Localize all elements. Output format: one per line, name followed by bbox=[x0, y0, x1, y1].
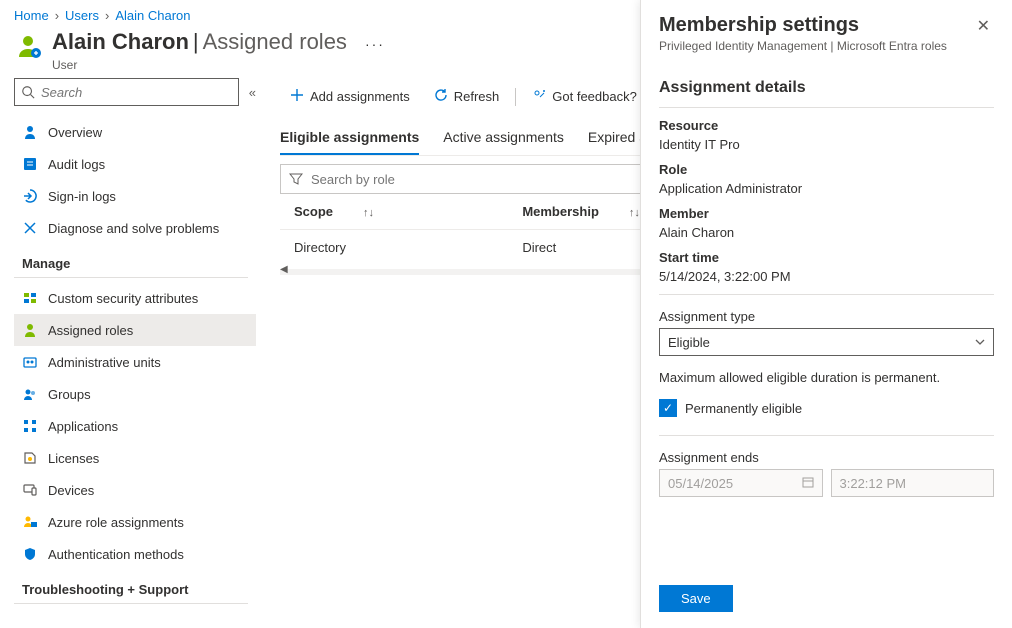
refresh-icon bbox=[434, 88, 448, 105]
roles-icon bbox=[22, 322, 38, 338]
log-icon bbox=[22, 156, 38, 172]
assignment-ends-label: Assignment ends bbox=[659, 450, 994, 465]
sidebar-search[interactable] bbox=[14, 78, 239, 106]
permanently-eligible-checkbox[interactable]: ✓ bbox=[659, 399, 677, 417]
user-avatar-icon bbox=[14, 31, 42, 59]
search-icon bbox=[21, 85, 35, 99]
person-icon bbox=[22, 124, 38, 140]
page-title-name: Alain Charon bbox=[52, 29, 189, 55]
breadcrumb-user[interactable]: Alain Charon bbox=[115, 8, 190, 23]
breadcrumb-users[interactable]: Users bbox=[65, 8, 99, 23]
sort-icon: ↑↓ bbox=[363, 207, 374, 219]
filter-icon bbox=[289, 172, 303, 186]
tab-active[interactable]: Active assignments bbox=[443, 121, 564, 155]
sidebar-item-signin-logs[interactable]: Sign-in logs bbox=[14, 180, 256, 212]
sidebar-item-applications[interactable]: Applications bbox=[14, 410, 256, 442]
member-value: Alain Charon bbox=[659, 225, 994, 240]
chevron-right-icon: › bbox=[55, 8, 59, 23]
refresh-button[interactable]: Refresh bbox=[424, 84, 510, 109]
sidebar-item-diagnose[interactable]: Diagnose and solve problems bbox=[14, 212, 256, 244]
sidebar-item-overview[interactable]: Overview bbox=[14, 116, 256, 148]
apps-icon bbox=[22, 418, 38, 434]
attributes-icon bbox=[22, 290, 38, 306]
plus-icon bbox=[290, 88, 304, 105]
sidebar-item-azure-roles[interactable]: Azure role assignments bbox=[14, 506, 256, 538]
end-date-input[interactable]: 05/14/2025 bbox=[659, 469, 823, 497]
calendar-icon bbox=[802, 476, 814, 491]
shield-icon bbox=[22, 546, 38, 562]
start-time-label: Start time bbox=[659, 250, 994, 265]
feedback-icon bbox=[532, 88, 546, 105]
assignment-type-select[interactable]: Eligible bbox=[659, 328, 994, 356]
panel-subtitle: Privileged Identity Management | Microso… bbox=[659, 39, 973, 53]
sort-icon: ↑↓ bbox=[629, 207, 640, 219]
end-time-input[interactable]: 3:22:12 PM bbox=[831, 469, 995, 497]
page-subtitle: User bbox=[52, 58, 389, 72]
save-button[interactable]: Save bbox=[659, 585, 733, 612]
page-title-section: Assigned roles bbox=[203, 29, 347, 55]
sidebar-item-groups[interactable]: Groups bbox=[14, 378, 256, 410]
assignment-type-label: Assignment type bbox=[659, 309, 994, 324]
scroll-left-icon: ◀ bbox=[280, 264, 288, 275]
azure-roles-icon bbox=[22, 514, 38, 530]
close-panel-button[interactable]: ✕ bbox=[973, 14, 994, 38]
sidebar-section-manage: Manage bbox=[14, 244, 248, 278]
panel-title: Membership settings bbox=[659, 14, 973, 37]
sidebar: « Overview Audit logs Sign-in logs Diagn… bbox=[0, 78, 260, 628]
chevron-down-icon bbox=[975, 335, 985, 350]
membership-settings-panel: Membership settings Privileged Identity … bbox=[640, 0, 1012, 628]
role-label: Role bbox=[659, 162, 994, 177]
sidebar-item-admin-units[interactable]: Administrative units bbox=[14, 346, 256, 378]
collapse-sidebar-button[interactable]: « bbox=[249, 85, 256, 100]
member-label: Member bbox=[659, 206, 994, 221]
sidebar-item-auth-methods[interactable]: Authentication methods bbox=[14, 538, 256, 570]
sidebar-item-assigned-roles[interactable]: Assigned roles bbox=[14, 314, 256, 346]
sidebar-item-audit-logs[interactable]: Audit logs bbox=[14, 148, 256, 180]
duration-note: Maximum allowed eligible duration is per… bbox=[659, 370, 994, 385]
start-time-value: 5/14/2024, 3:22:00 PM bbox=[659, 269, 994, 284]
signin-icon bbox=[22, 188, 38, 204]
resource-label: Resource bbox=[659, 118, 994, 133]
panel-section-title: Assignment details bbox=[659, 71, 994, 108]
sidebar-section-troubleshooting: Troubleshooting + Support bbox=[14, 570, 248, 604]
groups-icon bbox=[22, 386, 38, 402]
role-value: Application Administrator bbox=[659, 181, 994, 196]
chevron-right-icon: › bbox=[105, 8, 109, 23]
breadcrumb-home[interactable]: Home bbox=[14, 8, 49, 23]
permanently-eligible-label: Permanently eligible bbox=[685, 401, 802, 416]
col-scope[interactable]: Scope↑↓ bbox=[280, 194, 508, 230]
feedback-button[interactable]: Got feedback? bbox=[522, 84, 647, 109]
admin-units-icon bbox=[22, 354, 38, 370]
tab-eligible[interactable]: Eligible assignments bbox=[280, 121, 419, 155]
diagnose-icon bbox=[22, 220, 38, 236]
sidebar-item-devices[interactable]: Devices bbox=[14, 474, 256, 506]
licenses-icon bbox=[22, 450, 38, 466]
add-assignments-button[interactable]: Add assignments bbox=[280, 84, 420, 109]
sidebar-item-csa[interactable]: Custom security attributes bbox=[14, 282, 256, 314]
more-button[interactable]: ··· bbox=[361, 32, 389, 56]
sidebar-item-licenses[interactable]: Licenses bbox=[14, 442, 256, 474]
resource-value: Identity IT Pro bbox=[659, 137, 994, 152]
devices-icon bbox=[22, 482, 38, 498]
sidebar-search-input[interactable] bbox=[41, 85, 232, 100]
